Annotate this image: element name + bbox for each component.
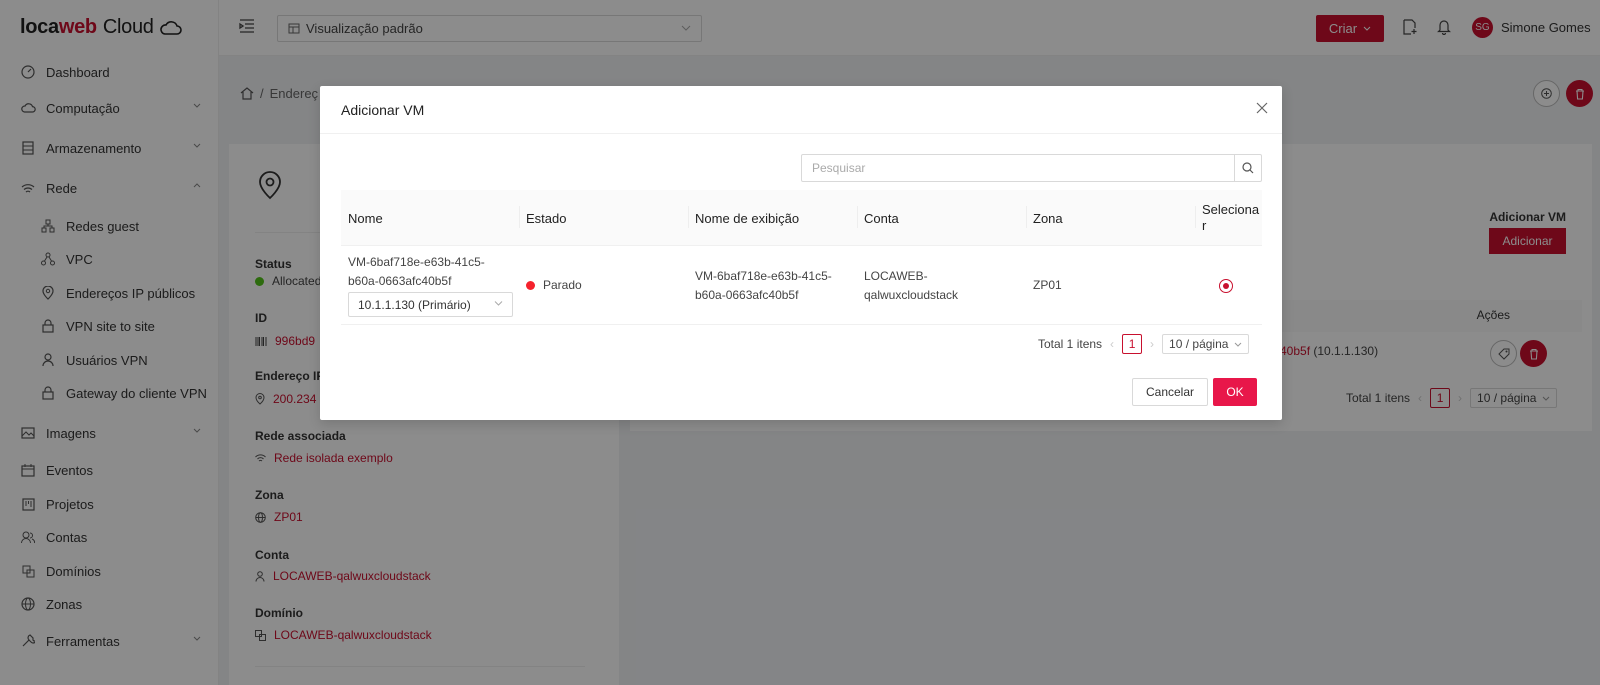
vm-table: Nome Estado Nome de exibição Conta Zona …	[341, 190, 1262, 325]
status-dot	[526, 281, 535, 290]
vm-zone: ZP01	[1033, 278, 1062, 292]
search-icon	[1242, 162, 1254, 174]
vm-name-line1: VM-6baf718e-e63b-41c5-	[348, 255, 485, 269]
vm-name: VM-6baf718e-e63b-41c5- b60a-0663afc40b5f	[348, 253, 485, 291]
next-page-icon[interactable]: ›	[1150, 337, 1154, 351]
vm-state: Parado	[526, 276, 582, 295]
page-size-select[interactable]: 10 / página	[1162, 334, 1250, 354]
total-text: Total 1 itens	[1038, 337, 1103, 351]
modal-title: Adicionar VM	[341, 101, 425, 118]
column-header-selecionar-line1: Seleciona	[1202, 202, 1260, 217]
prev-page-icon[interactable]: ‹	[1110, 337, 1114, 351]
ip-select[interactable]: 10.1.1.130 (Primário)	[348, 292, 513, 317]
column-header-selecionar-line2: r	[1202, 218, 1207, 233]
modal-header: Adicionar VM	[320, 86, 1282, 134]
page-number[interactable]: 1	[1122, 334, 1143, 354]
table-row[interactable]: VM-6baf718e-e63b-41c5- b60a-0663afc40b5f…	[341, 246, 1262, 325]
vm-account-line1: LOCAWEB-	[864, 269, 928, 283]
search-input[interactable]	[802, 155, 1234, 181]
modal-pagination: Total 1 itens ‹ 1 › 10 / página	[1038, 334, 1250, 354]
vm-account-line2: qalwuxcloudstack	[864, 288, 959, 302]
add-vm-modal: Adicionar VM Nome Estado Nome de exibiçã…	[320, 86, 1282, 420]
vm-display-name: VM-6baf718e-e63b-41c5- b60a-0663afc40b5f	[695, 267, 832, 305]
column-header-zona[interactable]: Zona	[1026, 190, 1063, 246]
search-box	[801, 154, 1262, 182]
vm-display-line2: b60a-0663afc40b5f	[695, 288, 799, 302]
column-header-nome[interactable]: Nome	[341, 190, 383, 246]
vm-account: LOCAWEB- qalwuxcloudstack	[864, 267, 958, 305]
column-header-estado[interactable]: Estado	[519, 190, 566, 246]
ok-button[interactable]: OK	[1213, 378, 1257, 406]
page-size-value: 10 / página	[1169, 337, 1229, 351]
ip-select-value: 10.1.1.130 (Primário)	[358, 297, 471, 312]
search-button[interactable]	[1234, 155, 1261, 181]
column-header-selecionar: Seleciona r	[1195, 190, 1259, 246]
chevron-down-icon	[494, 301, 503, 306]
chevron-down-icon	[1235, 342, 1242, 347]
select-radio[interactable]	[1219, 279, 1233, 293]
column-header-conta[interactable]: Conta	[857, 190, 899, 246]
vm-state-text: Parado	[543, 278, 582, 292]
close-icon[interactable]	[1256, 102, 1268, 114]
vm-display-line1: VM-6baf718e-e63b-41c5-	[695, 269, 832, 283]
vm-name-line2: b60a-0663afc40b5f	[348, 274, 452, 288]
column-header-nome-exibicao[interactable]: Nome de exibição	[688, 190, 799, 246]
cancel-button[interactable]: Cancelar	[1132, 378, 1208, 406]
table-header: Nome Estado Nome de exibição Conta Zona …	[341, 190, 1262, 246]
